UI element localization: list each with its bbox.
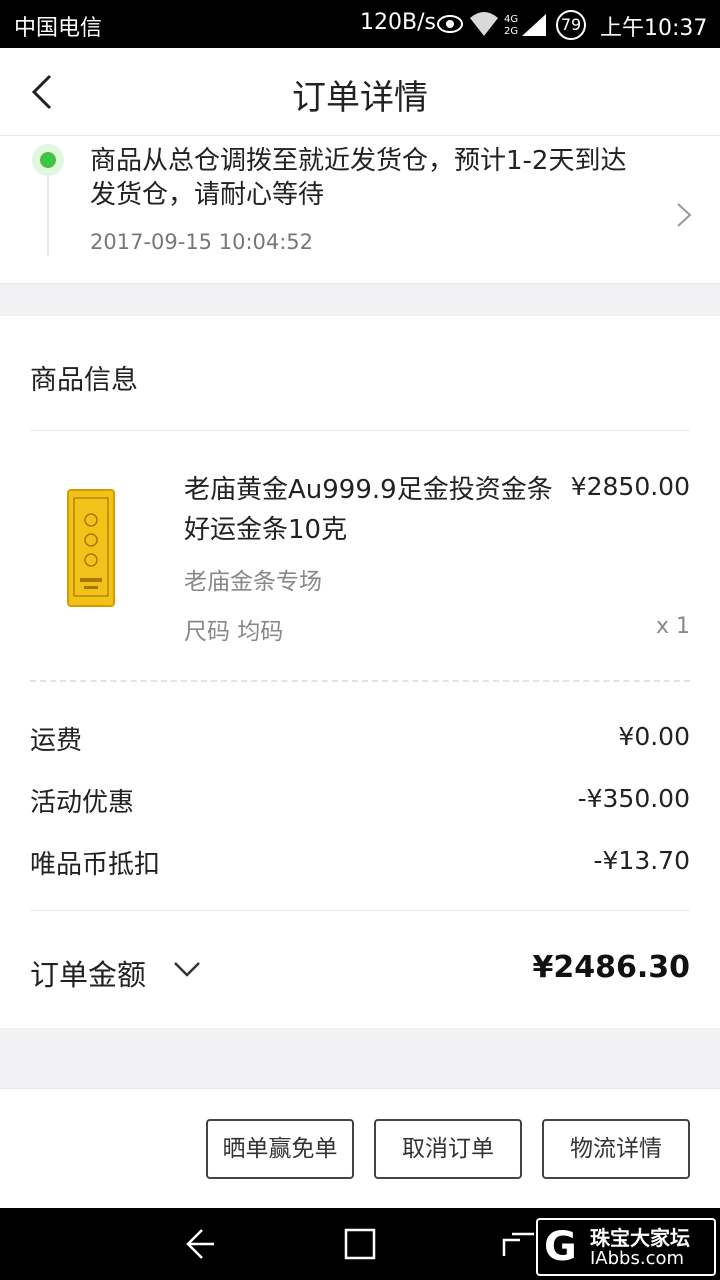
shipping-fee-label: 运费 bbox=[30, 726, 83, 756]
product-name[interactable]: 老庙黄金Au999.9足金投资金条好运金条10克 bbox=[184, 470, 554, 550]
logistics-status[interactable]: 商品从总仓调拨至就近发货仓，预计1-2天到达发货仓，请耐心等待 2017-09-… bbox=[0, 136, 720, 284]
logistics-timestamp: 2017-09-15 10:04:52 bbox=[90, 230, 314, 254]
chevron-right-icon[interactable] bbox=[672, 202, 694, 228]
product-quantity: x 1 bbox=[655, 614, 690, 639]
order-info-card: 商品信息 老庙黄金Au999.9足金投资金条好运金条10克 ¥2850.00 老… bbox=[0, 316, 720, 1028]
timeline-line bbox=[47, 176, 49, 256]
coin-deduction-value: -¥13.70 bbox=[593, 846, 691, 875]
network-speed: 120B/s bbox=[360, 10, 436, 35]
battery-indicator: 79 bbox=[556, 10, 586, 40]
gold-bar-image[interactable] bbox=[66, 488, 116, 608]
coin-deduction-label: 唯品币抵扣 bbox=[30, 850, 161, 880]
clock: 上午10:37 bbox=[600, 16, 708, 41]
eye-icon bbox=[437, 15, 463, 33]
cancel-order-button[interactable]: 取消订单 bbox=[374, 1119, 522, 1179]
chevron-down-icon[interactable] bbox=[172, 956, 202, 982]
shop-name: 老庙金条专场 bbox=[184, 569, 322, 595]
network-badge-4g: 4G bbox=[504, 14, 518, 25]
top-app-bar: 订单详情 bbox=[0, 48, 720, 136]
share-review-button[interactable]: 晒单赢免单 bbox=[206, 1119, 354, 1179]
nav-back-icon[interactable] bbox=[182, 1226, 218, 1262]
status-bar: 中国电信 120B/s 4G 2G 79 上午10:37 bbox=[0, 0, 720, 48]
carrier-name: 中国电信 bbox=[14, 16, 103, 41]
watermark-logo-letter: G bbox=[544, 1224, 577, 1270]
action-bar: 晒单赢免单 取消订单 物流详情 bbox=[0, 1088, 720, 1208]
divider bbox=[30, 430, 690, 431]
page-title: 订单详情 bbox=[292, 78, 428, 118]
watermark-name: 珠宝大家坛 bbox=[590, 1226, 690, 1250]
signal-icon: 4G 2G bbox=[504, 14, 546, 37]
order-total-label[interactable]: 订单金额 bbox=[30, 952, 146, 994]
network-badge-2g: 2G bbox=[504, 26, 518, 37]
forum-watermark: G 珠宝大家坛 IAbbs.com bbox=[536, 1218, 716, 1276]
nav-recent-icon[interactable] bbox=[500, 1226, 536, 1262]
logistics-message: 商品从总仓调拨至就近发货仓，预计1-2天到达发货仓，请耐心等待 bbox=[90, 146, 627, 210]
promotion-discount-value: -¥350.00 bbox=[577, 784, 690, 813]
divider bbox=[30, 910, 690, 911]
logistics-detail-button[interactable]: 物流详情 bbox=[542, 1119, 690, 1179]
status-dot bbox=[40, 152, 56, 168]
back-arrow-icon[interactable] bbox=[24, 72, 64, 112]
section-title: 商品信息 bbox=[30, 365, 138, 396]
watermark-site: IAbbs.com bbox=[590, 1248, 685, 1269]
dashed-divider bbox=[30, 680, 690, 682]
wifi-icon bbox=[470, 12, 498, 36]
product-size: 尺码 均码 bbox=[184, 619, 284, 645]
nav-home-icon[interactable] bbox=[342, 1226, 378, 1262]
promotion-discount-label: 活动优惠 bbox=[30, 788, 135, 818]
shipping-fee-value: ¥0.00 bbox=[618, 722, 690, 751]
order-total-value: ¥2486.30 bbox=[532, 950, 690, 985]
product-price: ¥2850.00 bbox=[570, 472, 690, 501]
